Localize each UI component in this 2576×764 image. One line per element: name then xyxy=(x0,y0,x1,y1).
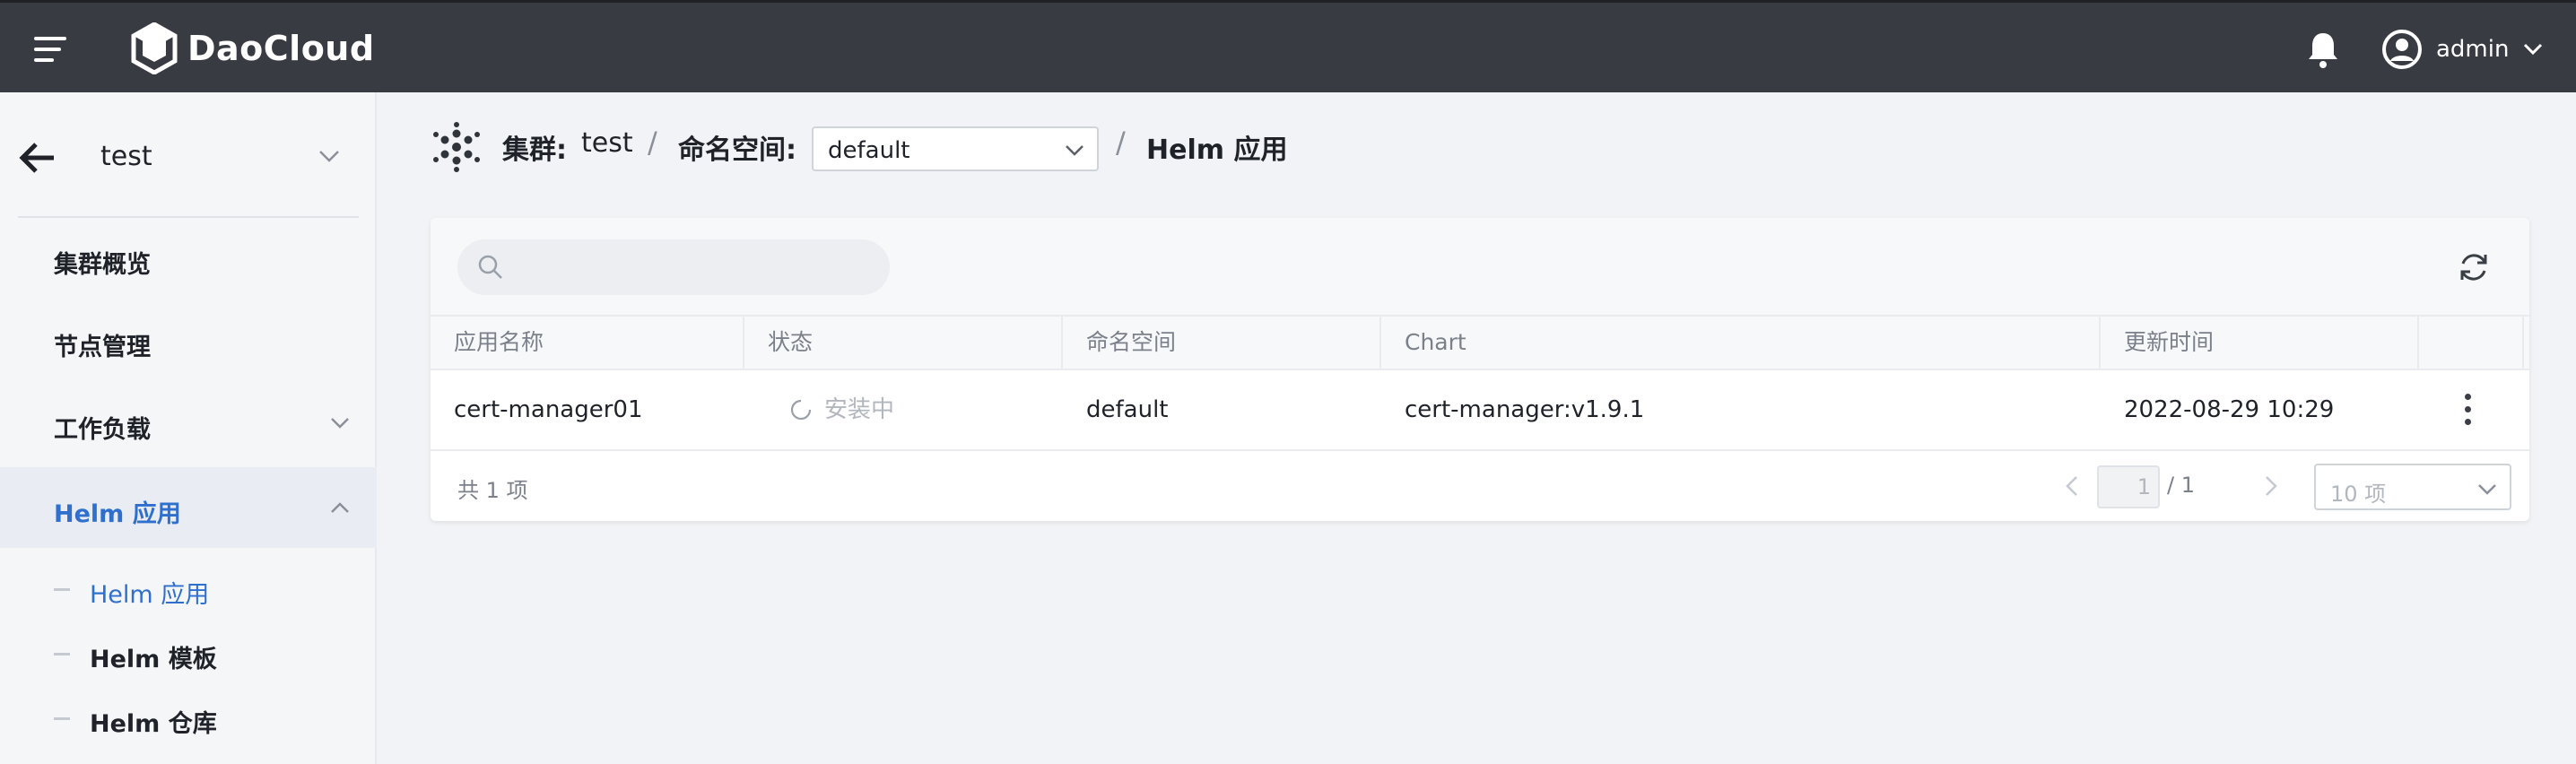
chevron-down-icon[interactable] xyxy=(318,148,341,164)
cell-namespace: default xyxy=(1086,396,1169,423)
sidebar-subitem-label: Helm 模板 xyxy=(90,646,217,673)
sidebar-item-label: 集群概览 xyxy=(54,251,151,279)
chevron-up-icon xyxy=(331,502,349,513)
sidebar-item-label: 工作负载 xyxy=(54,416,151,444)
column-header-namespace: 命名空间 xyxy=(1063,317,1381,369)
sidebar-item-cluster-overview[interactable]: 集群概览 xyxy=(0,218,377,299)
dash-icon xyxy=(54,717,70,720)
dash-icon xyxy=(54,653,70,655)
sidebar-subitem-label: Helm 仓库 xyxy=(90,710,217,738)
cluster-name: test xyxy=(100,141,152,172)
sidebar-item-workloads[interactable]: 工作负载 xyxy=(0,383,377,464)
column-header-chart: Chart xyxy=(1381,317,2101,369)
page-title: Helm 应用 xyxy=(1146,135,1288,166)
logo[interactable]: DaoCloud xyxy=(130,22,375,74)
page-number-input[interactable]: 1 xyxy=(2097,465,2160,508)
helm-apps-card: 应用名称 状态 命名空间 Chart 更新时间 cert-manager01 安… xyxy=(431,218,2529,521)
cell-chart: cert-manager:v1.9.1 xyxy=(1405,396,1645,423)
top-bar: DaoCloud admin xyxy=(0,0,2576,92)
chevron-right-icon[interactable] xyxy=(2262,474,2280,498)
sidebar-subitem-helm-templates[interactable]: Helm 模板 xyxy=(0,627,377,681)
search-box[interactable] xyxy=(457,239,890,295)
column-header-name: 应用名称 xyxy=(431,317,744,369)
sidebar-item-label: Helm 应用 xyxy=(54,500,181,528)
dash-icon xyxy=(54,588,70,591)
avatar-icon xyxy=(2382,30,2422,69)
breadcrumb-cluster-label: 集群: xyxy=(502,135,567,166)
sidebar-item-helm-apps[interactable]: Helm 应用 xyxy=(0,467,377,548)
page-size-select[interactable]: 10 项 xyxy=(2314,464,2511,510)
total-count: 共 1 项 xyxy=(457,478,528,503)
breadcrumb-separator: / xyxy=(648,126,657,160)
sidebar-item-label: 节点管理 xyxy=(54,334,151,361)
sidebar-subitem-label: Helm 应用 xyxy=(90,581,210,609)
cell-updated: 2022-08-29 10:29 xyxy=(2124,396,2335,423)
column-header-actions xyxy=(2419,317,2524,369)
refresh-icon[interactable] xyxy=(2456,249,2492,285)
cell-name[interactable]: cert-manager01 xyxy=(431,370,643,449)
more-actions-icon[interactable] xyxy=(2462,392,2473,428)
chevron-down-icon xyxy=(2524,43,2543,56)
chevron-down-icon xyxy=(1066,145,1083,156)
namespace-select[interactable]: default xyxy=(812,126,1099,171)
cell-status: 安装中 xyxy=(767,370,894,449)
breadcrumb-separator: / xyxy=(1116,126,1126,160)
namespace-select-value: default xyxy=(828,137,910,164)
chevron-left-icon[interactable] xyxy=(2063,474,2081,498)
page-total: / 1 xyxy=(2167,473,2195,498)
notification-bell-icon[interactable] xyxy=(2305,30,2341,69)
table-toolbar xyxy=(431,218,2529,315)
search-input[interactable] xyxy=(517,250,875,284)
brand-name: DaoCloud xyxy=(187,29,375,68)
user-menu[interactable]: admin xyxy=(2382,30,2543,69)
search-icon xyxy=(478,255,502,279)
table-row[interactable]: cert-manager01 安装中 default cert-manager:… xyxy=(431,370,2529,451)
breadcrumb-cluster-value[interactable]: test xyxy=(581,127,633,159)
status-text: 安装中 xyxy=(824,396,895,423)
sidebar: test 集群概览 节点管理 工作负载 Helm 应用 Helm 应用 Helm… xyxy=(0,92,377,764)
breadcrumb-namespace-label: 命名空间: xyxy=(678,135,796,166)
chevron-down-icon xyxy=(331,418,349,429)
chevron-down-icon xyxy=(2478,484,2496,495)
back-arrow-icon[interactable] xyxy=(18,141,56,175)
sidebar-subitem-helm-repos[interactable]: Helm 仓库 xyxy=(0,691,377,745)
cluster-switcher[interactable]: test xyxy=(0,126,377,189)
pagination-bar: 共 1 项 1 / 1 10 项 xyxy=(431,451,2529,521)
cluster-icon xyxy=(433,122,480,172)
user-name: admin xyxy=(2436,36,2510,63)
loading-spinner-icon xyxy=(790,399,812,421)
sidebar-item-node-management[interactable]: 节点管理 xyxy=(0,300,377,381)
table-header: 应用名称 状态 命名空间 Chart 更新时间 xyxy=(431,315,2529,370)
page-size-value: 10 项 xyxy=(2330,482,2387,507)
column-header-updated: 更新时间 xyxy=(2101,317,2419,369)
daocloud-logo-icon xyxy=(131,22,178,74)
sidebar-subitem-helm-apps[interactable]: Helm 应用 xyxy=(0,562,377,616)
hamburger-menu-icon[interactable] xyxy=(34,37,66,62)
column-header-status: 状态 xyxy=(744,317,1063,369)
